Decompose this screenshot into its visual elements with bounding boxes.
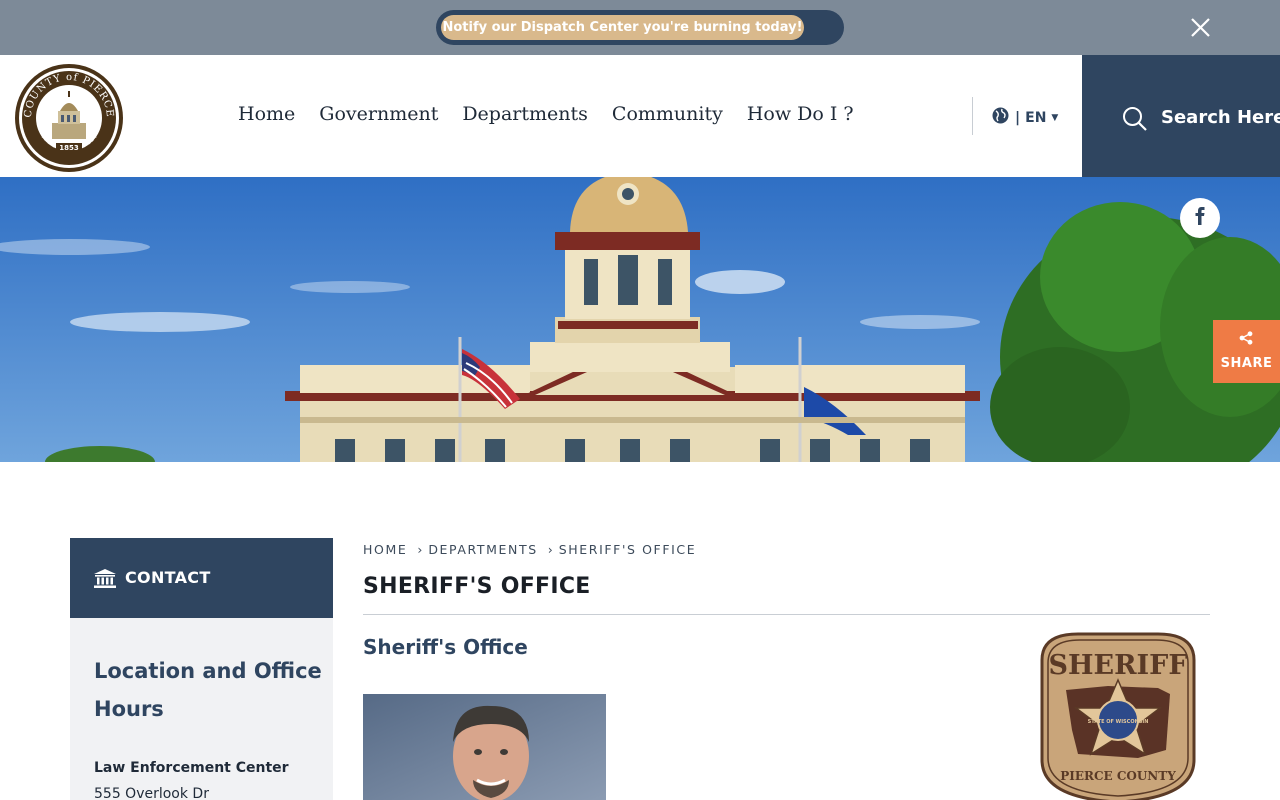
language-separator: | — [1015, 109, 1021, 126]
chevron-right-icon: › — [547, 542, 553, 557]
sheriff-portrait-photo — [363, 694, 606, 800]
share-button[interactable]: SHARE — [1213, 320, 1280, 383]
building-icon — [94, 569, 116, 592]
share-icon — [1239, 330, 1253, 349]
nav-divider — [972, 97, 973, 135]
breadcrumb-home[interactable]: HOME — [363, 542, 407, 557]
sheriff-badge-emblem: SHERIFF STATE OF WISCONSIN PIERCE COUNTY — [1038, 630, 1198, 800]
badge-bottom-text: PIERCE COUNTY — [1060, 769, 1176, 783]
alert-pill: Notify our Dispatch Center you're burnin… — [436, 10, 844, 45]
breadcrumb: HOME › DEPARTMENTS › SHERIFF'S OFFICE — [363, 542, 696, 557]
contact-panel-header: CONTACT — [70, 538, 333, 618]
alert-bar: Notify our Dispatch Center you're burnin… — [0, 0, 1280, 55]
hero-courthouse-image — [0, 177, 1280, 462]
facebook-button[interactable] — [1180, 198, 1220, 238]
share-label: SHARE — [1220, 356, 1273, 371]
main-nav: Home Government Departments Community Ho… — [238, 103, 878, 125]
section-subtitle: Sheriff's Office — [363, 635, 528, 659]
location-hours-heading: Location and Office Hours — [94, 659, 322, 721]
search-button[interactable]: Search Here — [1082, 55, 1280, 177]
page-title: SHERIFF'S OFFICE — [363, 574, 591, 599]
badge-center-text: STATE OF WISCONSIN — [1088, 719, 1149, 725]
nav-how-do-i[interactable]: How Do I ? — [747, 103, 854, 125]
facebook-icon — [1194, 207, 1206, 229]
nav-government[interactable]: Government — [319, 103, 438, 125]
search-label: Search Here — [1161, 107, 1280, 128]
logo-year: 1853 — [59, 144, 79, 152]
site-header: COUNTY of PIERCE WISCONSIN 1853 Home Gov… — [0, 55, 1280, 177]
caret-down-icon: ▼ — [1051, 112, 1059, 123]
globe-icon — [992, 107, 1009, 128]
office-address: 555 Overlook Dr — [94, 786, 209, 800]
nav-departments[interactable]: Departments — [462, 103, 588, 125]
title-divider — [363, 614, 1210, 615]
breadcrumb-current: SHERIFF'S OFFICE — [558, 542, 697, 557]
nav-community[interactable]: Community — [612, 103, 723, 125]
chevron-right-icon: › — [417, 542, 423, 557]
language-code: EN — [1025, 109, 1047, 126]
nav-home[interactable]: Home — [238, 103, 295, 125]
contact-panel-body: Location and Office Hours Law Enforcemen… — [70, 618, 333, 800]
close-icon[interactable] — [1186, 13, 1215, 42]
language-selector[interactable]: | EN ▼ — [992, 107, 1058, 128]
county-seal-logo[interactable]: COUNTY of PIERCE WISCONSIN 1853 — [14, 63, 124, 173]
badge-top-text: SHERIFF — [1049, 650, 1188, 681]
search-icon — [1122, 106, 1148, 136]
office-name: Law Enforcement Center — [94, 760, 289, 776]
breadcrumb-departments[interactable]: DEPARTMENTS — [428, 542, 537, 557]
contact-title: CONTACT — [125, 568, 211, 587]
alert-link[interactable]: Notify our Dispatch Center you're burnin… — [441, 15, 804, 40]
